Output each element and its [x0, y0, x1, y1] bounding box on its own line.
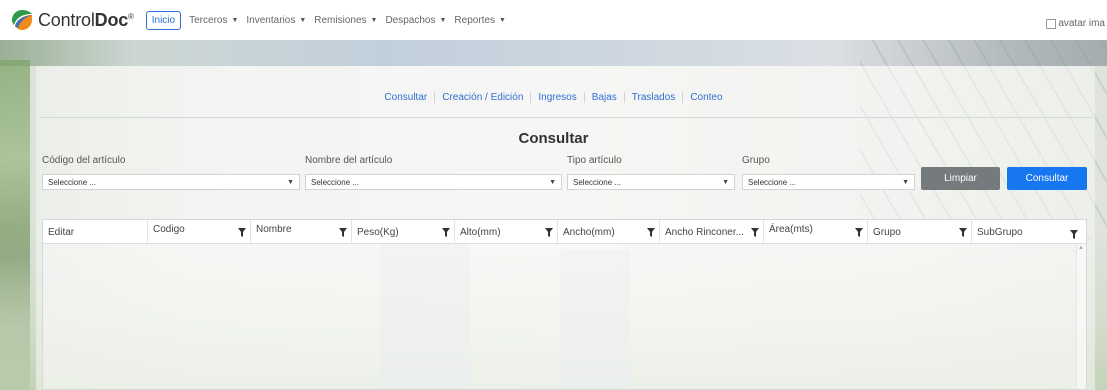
tipo-articulo-label: Tipo artículo — [567, 155, 622, 166]
nav-item-label: Despachos — [385, 14, 436, 26]
column-header-peso[interactable]: Peso(Kg) — [352, 220, 455, 244]
brand-registered-mark: ® — [128, 11, 134, 21]
caret-down-icon: ▼ — [549, 178, 556, 186]
select-value: Seleccione ... — [48, 177, 97, 187]
column-label: Área(mts) — [769, 224, 813, 235]
column-label: Editar — [48, 227, 75, 238]
column-header-grupo[interactable]: Grupo — [868, 220, 972, 244]
brand-name-suffix: Doc — [94, 9, 129, 30]
results-grid: Editar Codigo Nombre Peso(Kg) Alto(mm) A… — [42, 219, 1087, 390]
filter-icon[interactable] — [647, 228, 655, 237]
grupo-select[interactable]: Seleccione ... ▼ — [742, 174, 915, 190]
subnav-conteo[interactable]: Conteo — [682, 91, 729, 103]
column-header-ancho-rinconera[interactable]: Ancho Rinconer... — [660, 220, 764, 244]
column-label: Ancho Rinconer... — [665, 227, 744, 238]
caret-down-icon: ▼ — [231, 16, 239, 24]
filter-icon[interactable] — [442, 228, 450, 237]
caret-down-icon: ▼ — [439, 16, 447, 24]
column-header-alto[interactable]: Alto(mm) — [455, 220, 558, 244]
subnav-consultar[interactable]: Consultar — [377, 92, 434, 103]
column-label: Codigo — [153, 224, 185, 235]
nav-item-label: Inicio — [151, 14, 176, 26]
column-header-area[interactable]: Área(mts) — [764, 220, 868, 244]
select-value: Seleccione ... — [748, 177, 797, 187]
column-label: Grupo — [873, 227, 901, 238]
grupo-label: Grupo — [742, 155, 770, 166]
column-label: Nombre — [256, 224, 292, 235]
search-button[interactable]: Consultar — [1007, 167, 1087, 190]
nav-inventarios[interactable]: Inventarios ▼ — [246, 15, 306, 26]
filter-icon[interactable] — [959, 228, 967, 237]
section-divider — [40, 117, 1092, 118]
subnav-ingresos[interactable]: Ingresos — [530, 91, 583, 103]
column-header-nombre[interactable]: Nombre — [251, 220, 352, 244]
nav-item-label: Terceros — [189, 14, 228, 26]
nav-inicio[interactable]: Inicio — [145, 10, 182, 30]
caret-down-icon: ▼ — [902, 178, 909, 186]
grid-header: Editar Codigo Nombre Peso(Kg) Alto(mm) A… — [43, 220, 1086, 244]
column-label: Peso(Kg) — [357, 227, 399, 238]
select-value: Seleccione ... — [573, 177, 622, 187]
filter-icon[interactable] — [1070, 230, 1078, 239]
subnav-creacion-edicion[interactable]: Creación / Edición — [434, 91, 530, 103]
filter-icon[interactable] — [238, 228, 246, 237]
grid-scrollbar[interactable]: ▲ — [1076, 244, 1086, 389]
user-avatar[interactable]: avatar ima — [1046, 18, 1105, 29]
controldoc-logo-icon — [12, 10, 32, 30]
filter-icon[interactable] — [855, 228, 863, 237]
inventory-subnav: Consultar Creación / Edición Ingresos Ba… — [0, 90, 1107, 104]
nav-remisiones[interactable]: Remisiones ▼ — [314, 15, 377, 26]
column-header-codigo[interactable]: Codigo — [148, 220, 251, 244]
caret-down-icon: ▼ — [287, 178, 294, 186]
nav-terceros[interactable]: Terceros ▼ — [189, 15, 238, 26]
column-label: Alto(mm) — [460, 227, 501, 238]
caret-down-icon: ▼ — [499, 16, 506, 24]
filter-icon[interactable] — [751, 228, 759, 237]
nav-despachos[interactable]: Despachos ▼ — [385, 15, 446, 26]
brand-logo[interactable]: ControlDoc® — [10, 8, 134, 32]
broken-image-icon — [1046, 18, 1057, 29]
caret-down-icon: ▼ — [299, 16, 307, 24]
codigo-articulo-select[interactable]: Seleccione ... ▼ — [42, 174, 300, 190]
tipo-articulo-select[interactable]: Seleccione ... ▼ — [567, 174, 735, 190]
nombre-articulo-select[interactable]: Seleccione ... ▼ — [305, 174, 562, 190]
nav-item-label: Inventarios — [246, 14, 296, 26]
scroll-up-icon[interactable]: ▲ — [1078, 245, 1084, 251]
column-label: SubGrupo — [977, 227, 1023, 238]
column-header-ancho[interactable]: Ancho(mm) — [558, 220, 660, 244]
subnav-traslados[interactable]: Traslados — [623, 91, 683, 103]
clear-button[interactable]: Limpiar — [921, 167, 1000, 190]
page-title: Consultar — [518, 130, 589, 147]
brand-name-prefix: Control — [38, 9, 95, 30]
avatar-alt-text: avatar ima — [1058, 18, 1105, 29]
filter-icon[interactable] — [545, 228, 553, 237]
top-navbar: ControlDoc® Inicio Terceros ▼ Inventarios… — [0, 0, 1107, 40]
caret-down-icon: ▼ — [722, 178, 729, 186]
column-label: Ancho(mm) — [563, 227, 615, 238]
nombre-articulo-label: Nombre del artículo — [305, 155, 393, 166]
filter-icon[interactable] — [339, 228, 347, 237]
select-value: Seleccione ... — [311, 177, 360, 187]
column-header-subgrupo[interactable]: SubGrupo — [972, 220, 1086, 244]
caret-down-icon: ▼ — [370, 16, 378, 24]
codigo-articulo-label: Código del artículo — [42, 155, 126, 166]
column-header-editar[interactable]: Editar — [43, 220, 148, 244]
subnav-bajas[interactable]: Bajas — [583, 91, 624, 103]
nav-reportes[interactable]: Reportes ▼ — [454, 15, 506, 26]
nav-item-label: Remisiones — [314, 14, 367, 26]
nav-item-label: Reportes — [454, 14, 495, 26]
